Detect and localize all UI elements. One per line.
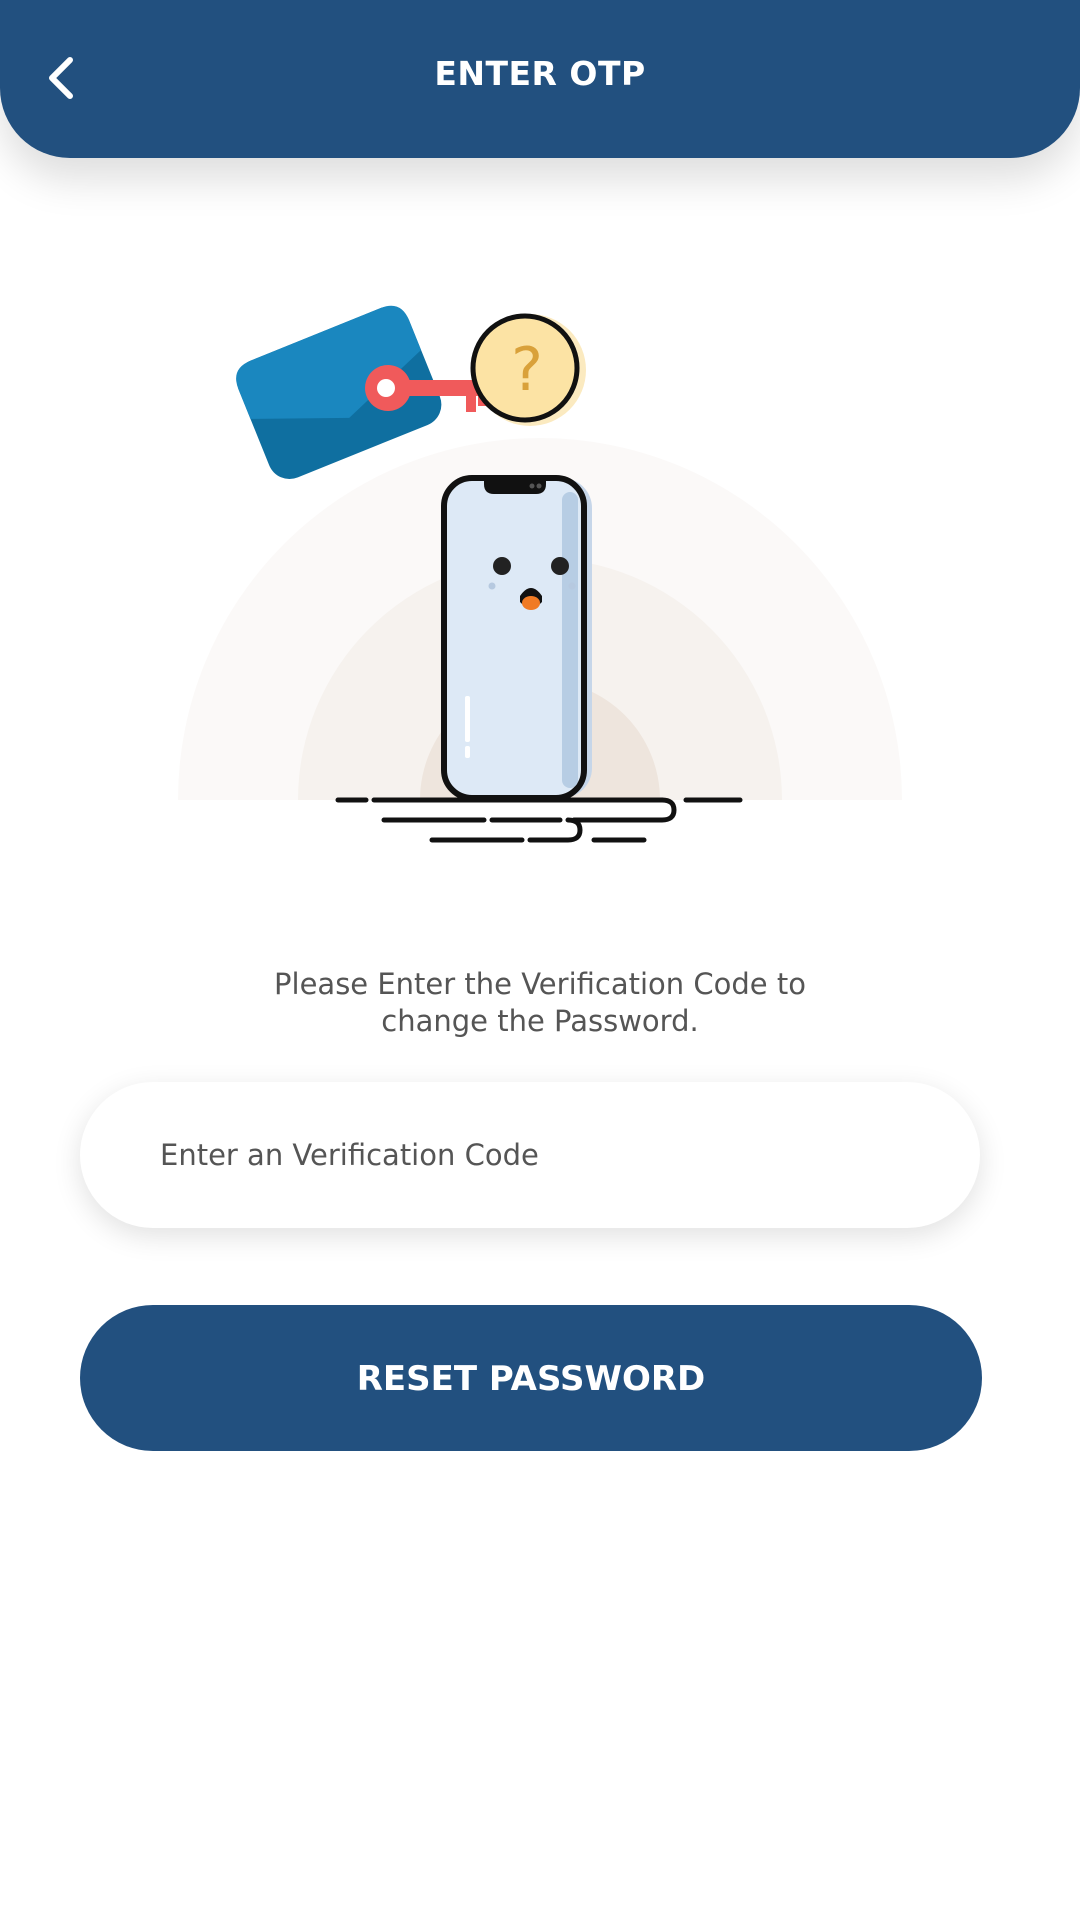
page-title: ENTER OTP <box>434 54 646 93</box>
reset-password-button[interactable]: RESET PASSWORD <box>80 1305 982 1451</box>
instructions-line-2: change the Password. <box>381 1004 699 1038</box>
question-coin-icon: ? <box>470 313 586 426</box>
otp-illustration: ? <box>178 305 902 843</box>
app-header: ENTER OTP <box>0 0 1080 158</box>
instructions-text: Please Enter the Verification Code to ch… <box>140 966 940 1040</box>
phone-icon <box>441 475 592 801</box>
verification-code-field[interactable] <box>80 1082 980 1228</box>
instructions-line-1: Please Enter the Verification Code to <box>274 967 806 1001</box>
question-mark: ? <box>511 335 543 405</box>
verification-code-input[interactable] <box>160 1082 920 1228</box>
otp-screen: ENTER OTP ? Please Enter the Verificatio… <box>0 0 1080 1920</box>
motion-lines <box>335 797 743 843</box>
